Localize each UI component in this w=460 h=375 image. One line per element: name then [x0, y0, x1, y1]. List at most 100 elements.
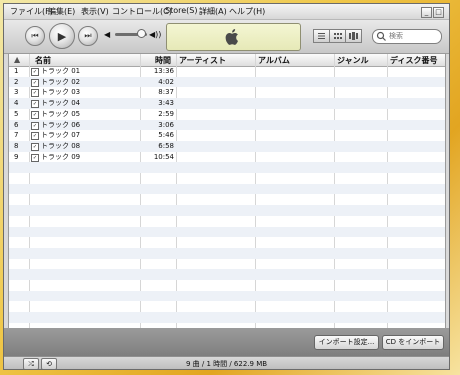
column-time[interactable]: 時間	[155, 55, 171, 66]
track-row[interactable]: 9 ✓ トラック 09 10:54	[9, 152, 445, 163]
track-checkbox[interactable]: ✓	[31, 110, 39, 119]
empty-row	[9, 237, 445, 248]
track-number: 5	[14, 109, 19, 118]
previous-icon: ⏮	[31, 31, 39, 40]
import-bar: インポート設定... CD をインポート	[4, 328, 449, 356]
empty-row	[9, 205, 445, 216]
menu-edit[interactable]: 編集(E)	[48, 6, 75, 17]
track-title: トラック 04	[41, 99, 81, 108]
track-title: トラック 01	[41, 67, 81, 75]
empty-row	[9, 312, 445, 323]
track-checkbox[interactable]: ✓	[31, 142, 39, 151]
menu-help[interactable]: ヘルプ(H)	[229, 6, 265, 17]
menu-file[interactable]: ファイル(F)	[10, 6, 53, 17]
next-button[interactable]: ⏭	[78, 26, 98, 46]
track-time: 5:46	[158, 131, 174, 140]
apple-logo-icon	[225, 29, 238, 45]
track-number: 9	[14, 152, 19, 161]
coverflow-view-icon	[349, 32, 358, 40]
status-bar: ⤮ ⟲ 9 曲 / 1 時間 / 622.9 MB	[4, 356, 449, 369]
track-list: ▲ 名前 時間 アーティスト アルバム ジャンル ディスク番号 1 ✓ トラック 0…	[8, 53, 446, 330]
track-checkbox[interactable]: ✓	[31, 132, 39, 141]
empty-row	[9, 183, 445, 195]
track-row[interactable]: 7 ✓ トラック 07 5:46	[9, 130, 445, 141]
play-button[interactable]: ▶	[49, 23, 75, 49]
column-album[interactable]: アルバム	[258, 55, 290, 66]
track-number: 2	[14, 77, 19, 86]
track-title: トラック 08	[41, 141, 81, 150]
track-row[interactable]: 5 ✓ トラック 05 2:59	[9, 109, 445, 120]
player-toolbar: ⏮ ▶ ⏭ ◀ ◀)) 検索	[4, 20, 449, 54]
track-title: トラック 09	[41, 152, 81, 161]
volume-knob[interactable]	[137, 29, 146, 38]
track-number: 8	[14, 141, 19, 150]
track-checkbox[interactable]: ✓	[31, 89, 39, 98]
empty-row	[9, 269, 445, 280]
track-time: 6:58	[158, 141, 174, 150]
number-header: ▲	[14, 55, 21, 64]
status-display	[166, 23, 301, 51]
search-icon	[376, 31, 386, 41]
track-row[interactable]: 2 ✓ トラック 02 4:02	[9, 76, 445, 88]
track-number: 1	[14, 67, 19, 75]
column-name[interactable]: 名前	[35, 55, 51, 66]
library-summary: 9 曲 / 1 時間 / 622.9 MB	[185, 360, 268, 368]
menu-advanced[interactable]: 詳細(A)	[199, 6, 227, 17]
menu-bar: ファイル(F) 編集(E) 表示(V) コントロール(C) Store(S) 詳…	[4, 4, 449, 20]
track-checkbox[interactable]: ✓	[31, 121, 39, 130]
track-row[interactable]: 1 ✓ トラック 01 13:36	[9, 66, 445, 77]
track-checkbox[interactable]: ✓	[31, 78, 39, 87]
volume-high-icon: ◀))	[149, 30, 162, 39]
column-disc[interactable]: ディスク番号	[390, 55, 437, 66]
coverflow-view-button[interactable]	[345, 29, 362, 43]
track-title: トラック 02	[41, 77, 81, 86]
track-checkbox[interactable]: ✓	[31, 68, 39, 76]
previous-button[interactable]: ⏮	[25, 26, 45, 46]
empty-row	[9, 173, 445, 184]
search-placeholder: 検索	[389, 32, 403, 40]
maximize-button[interactable]: □	[433, 7, 444, 18]
track-time: 3:06	[158, 120, 174, 129]
import-settings-button[interactable]: インポート設定...	[314, 335, 379, 350]
track-row[interactable]: 3 ✓ トラック 03 8:37	[9, 87, 445, 98]
volume-low-icon: ◀	[104, 30, 111, 39]
track-row[interactable]: 6 ✓ トラック 06 3:06	[9, 119, 445, 131]
empty-row	[9, 301, 445, 312]
track-time: 8:37	[158, 88, 174, 97]
next-icon: ⏭	[84, 31, 92, 40]
track-title: トラック 07	[41, 131, 81, 140]
empty-row	[9, 247, 445, 259]
track-title: トラック 03	[41, 88, 81, 97]
track-time: 4:02	[158, 77, 174, 86]
track-number: 6	[14, 120, 19, 129]
minimize-button[interactable]: _	[421, 7, 432, 18]
empty-row	[9, 226, 445, 238]
empty-row	[9, 162, 445, 173]
list-view-button[interactable]	[313, 29, 330, 43]
itunes-window: ファイル(F) 編集(E) 表示(V) コントロール(C) Store(S) 詳…	[3, 3, 450, 370]
menu-store[interactable]: Store(S)	[165, 6, 197, 15]
empty-row	[9, 216, 445, 227]
track-checkbox[interactable]: ✓	[31, 153, 39, 162]
empty-row	[9, 290, 445, 302]
track-number: 7	[14, 131, 19, 140]
track-checkbox[interactable]: ✓	[31, 100, 39, 109]
track-row[interactable]: 4 ✓ トラック 04 3:43	[9, 98, 445, 109]
empty-row	[9, 259, 445, 270]
menu-view[interactable]: 表示(V)	[81, 6, 109, 17]
column-genre[interactable]: ジャンル	[337, 55, 369, 66]
track-time: 13:36	[153, 67, 174, 75]
column-artist[interactable]: アーティスト	[179, 55, 226, 66]
play-icon: ▶	[57, 29, 67, 43]
track-number: 3	[14, 88, 19, 97]
track-number: 4	[14, 99, 19, 108]
track-title: トラック 06	[41, 120, 81, 129]
import-cd-button[interactable]: CD をインポート	[382, 335, 444, 350]
grid-view-button[interactable]	[329, 29, 346, 43]
menu-controls[interactable]: コントロール(C)	[112, 6, 172, 17]
track-row[interactable]: 8 ✓ トラック 08 6:58	[9, 140, 445, 152]
search-field[interactable]: 検索	[372, 29, 442, 44]
track-time: 10:54	[153, 152, 174, 161]
list-view-icon	[318, 33, 325, 39]
track-time: 3:43	[158, 99, 174, 108]
